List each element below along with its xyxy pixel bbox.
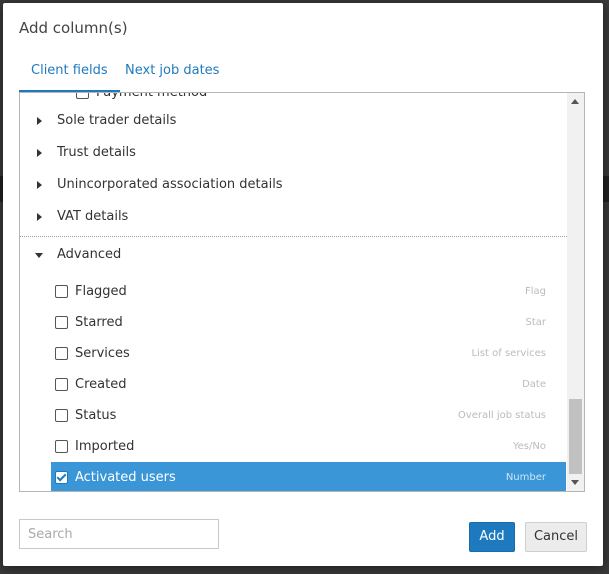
field-label: Starred [75,315,123,330]
scroll-down-icon[interactable] [571,480,579,485]
add-button[interactable]: Add [469,522,515,552]
field-label: Created [75,377,127,392]
caret-right-icon [37,181,42,189]
group-unincorporated-association-details[interactable]: Unincorporated association details [20,169,567,201]
caret-right-icon [37,149,42,157]
tab-bar: Client fields Next job dates [19,59,587,93]
cancel-button[interactable]: Cancel [525,522,587,552]
group-label: Advanced [57,247,122,262]
caret-right-icon [37,117,42,125]
checkbox[interactable] [55,378,68,391]
field-type: Yes/No [512,441,546,452]
field-activated-users[interactable]: Activated users Number [51,462,566,491]
field-imported[interactable]: Imported Yes/No [51,431,566,462]
caret-right-icon [37,213,42,221]
checkbox[interactable] [55,347,68,360]
field-starred[interactable]: Starred Star [51,307,566,338]
checkbox-checked[interactable] [55,471,68,484]
field-type: Flag [524,286,546,297]
field-label: Flagged [75,284,127,299]
tab-client-fields[interactable]: Client fields [19,59,120,93]
scroll-thumb[interactable] [569,399,582,474]
field-type: Star [525,317,546,328]
group-label: VAT details [57,209,129,224]
column-list: Payment method Sole trader details Trust… [19,92,585,492]
group-divider [20,236,567,237]
checkbox[interactable] [76,93,89,99]
group-label: Sole trader details [57,113,177,128]
field-label: Services [75,346,130,361]
group-label: Unincorporated association details [57,177,283,192]
checkbox[interactable] [55,285,68,298]
field-type: Overall job status [457,410,546,421]
field-label: Imported [75,439,135,454]
checkbox[interactable] [55,440,68,453]
checkbox[interactable] [55,316,68,329]
field-label: Status [75,408,117,423]
field-type: Date [522,379,546,390]
search-input[interactable] [19,519,219,549]
field-created[interactable]: Created Date [51,369,566,400]
field-services[interactable]: Services List of services [51,338,566,369]
list-scrollbar[interactable] [567,93,584,491]
group-vat-details[interactable]: VAT details [20,201,567,233]
caret-down-icon [35,253,43,258]
field-status[interactable]: Status Overall job status [51,400,566,431]
group-label: Trust details [57,145,136,160]
group-advanced[interactable]: Advanced [20,239,567,271]
group-trust-details[interactable]: Trust details [20,137,567,169]
tab-next-job-dates[interactable]: Next job dates [113,59,231,90]
checkbox[interactable] [55,409,68,422]
field-type: Number [505,472,546,483]
field-type: List of services [471,348,546,359]
add-columns-dialog: Add column(s) Client fields Next job dat… [3,3,603,566]
field-label: Activated users [75,470,176,485]
dialog-title: Add column(s) [19,19,128,37]
column-list-viewport: Payment method Sole trader details Trust… [20,93,567,491]
group-sole-trader-details[interactable]: Sole trader details [20,105,567,137]
scroll-up-icon[interactable] [571,99,579,104]
field-flagged[interactable]: Flagged Flag [51,276,566,307]
